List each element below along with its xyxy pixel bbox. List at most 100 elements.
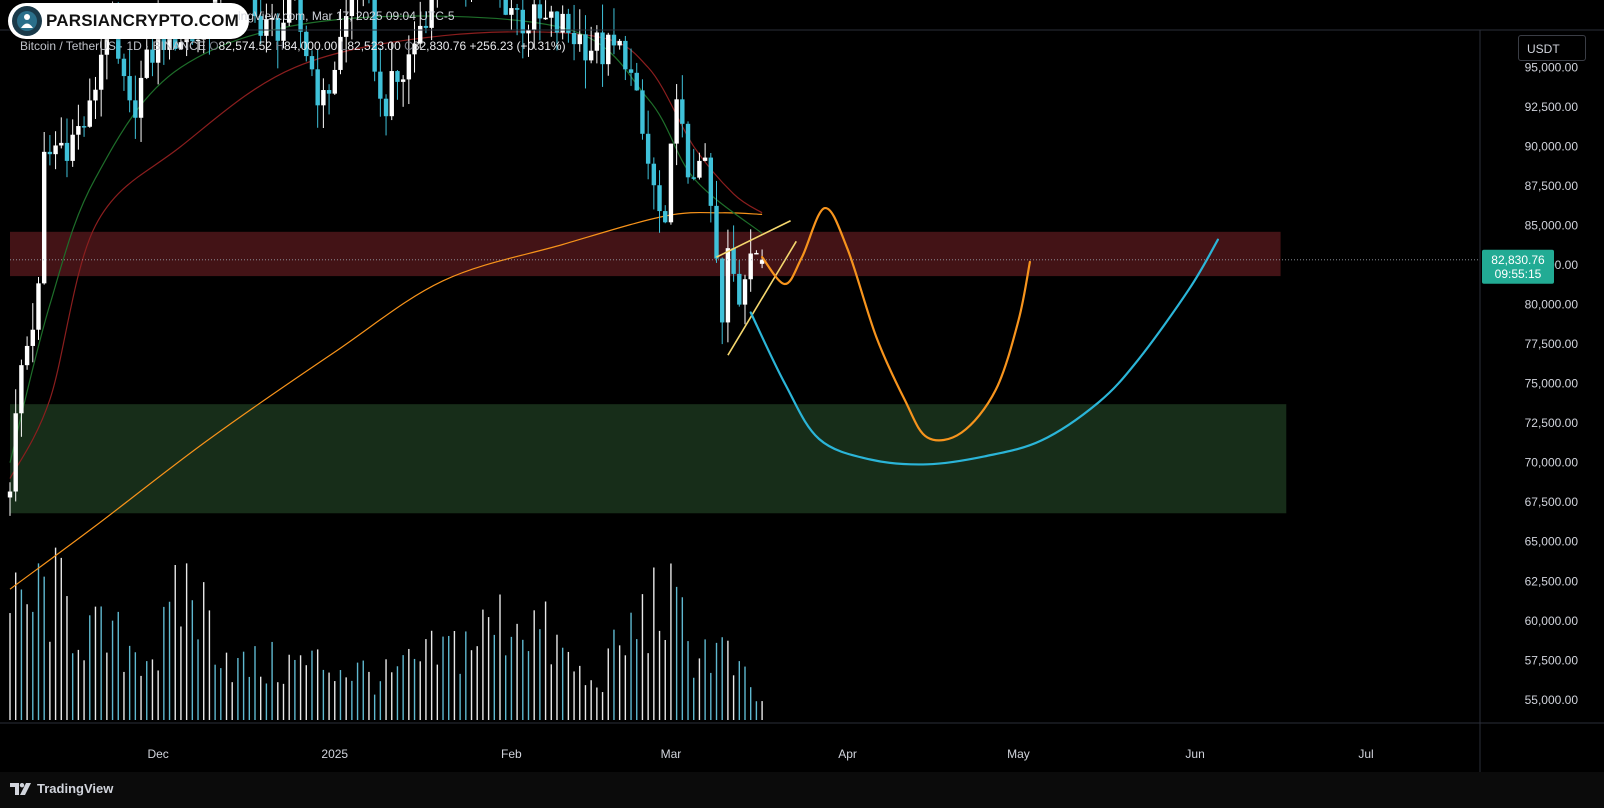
candle-body <box>383 98 389 117</box>
price-tick-label: 72,500.00 <box>1525 416 1579 430</box>
price-tick-label: 90,000.00 <box>1525 139 1579 153</box>
candle-body <box>571 32 577 45</box>
change-value: +256.23 (+0.31%) <box>469 39 566 53</box>
candle-body <box>583 34 588 61</box>
candle-body <box>651 163 657 186</box>
tradingview-brand[interactable]: TradingView <box>10 781 113 796</box>
price-tick-label: 70,000.00 <box>1525 456 1579 470</box>
candle-body <box>36 283 41 330</box>
candle-body <box>702 157 708 161</box>
published-line: ingView.com, Mar 17, 2025 09:04 UTC-5 <box>238 9 455 23</box>
chart-header: PARSIANCRYPTO.COM ingView.com, Mar 17, 2… <box>0 0 1484 39</box>
high-value: 84,000.00 <box>283 39 338 53</box>
candle-body <box>76 126 81 135</box>
candle-body <box>98 54 104 90</box>
candle-body <box>144 49 149 78</box>
time-tick-label: 2025 <box>321 747 348 761</box>
candle-body <box>731 248 736 274</box>
candle-body <box>70 134 75 161</box>
price-tick-label: 67,500.00 <box>1525 495 1579 509</box>
candle-body <box>81 126 87 128</box>
candle-body <box>657 185 662 212</box>
candle-body <box>600 32 605 65</box>
price-tick-label: 75,000.00 <box>1525 377 1579 391</box>
candle-body <box>406 54 412 80</box>
last-price-value: 82,830.76 <box>1491 253 1545 267</box>
candle-body <box>725 248 731 323</box>
candle-body <box>321 90 326 106</box>
ohlc-legend: Bitcoin / TetherUS · 1D · BINANCE O82,57… <box>20 39 566 53</box>
candle-body <box>400 79 406 82</box>
price-tick-label: 95,000.00 <box>1525 60 1579 74</box>
candle-body <box>577 34 582 45</box>
candle-body <box>594 32 600 51</box>
candle-body <box>691 177 696 179</box>
candle-body <box>668 143 674 223</box>
price-tick-label: 80,000.00 <box>1525 298 1579 312</box>
candle-body <box>59 142 64 146</box>
price-chart[interactable]: 55,000.00 57,500.00 60,000.00 62,500.00 65,0… <box>0 0 1604 808</box>
candle-body <box>674 99 679 144</box>
time-tick-label: Apr <box>838 747 857 761</box>
time-tick-label: Dec <box>147 747 168 761</box>
candle-body <box>623 40 628 70</box>
open-value: 82,574.52 <box>218 39 272 53</box>
candle-body <box>138 77 144 118</box>
candle-body <box>697 160 702 178</box>
candle-body <box>628 69 634 73</box>
time-tick-label: Jul <box>1358 747 1373 761</box>
candle-body <box>121 58 127 77</box>
close-value: 82,830.76 <box>412 39 467 53</box>
candle-body <box>754 252 759 255</box>
candle-body <box>714 205 719 259</box>
brand-watermark: PARSIANCRYPTO.COM <box>8 3 249 39</box>
candle-body <box>133 100 138 118</box>
candle-body <box>588 50 594 61</box>
candle-body <box>315 69 320 106</box>
resistance-zone <box>10 231 1281 277</box>
symbol-label[interactable]: Bitcoin / TetherUS · 1D · BINANCE <box>20 39 206 53</box>
price-tick-label: 55,000.00 <box>1525 693 1579 707</box>
time-tick-label: Feb <box>501 747 522 761</box>
candle-body <box>737 273 742 305</box>
candle-body <box>663 211 668 223</box>
candle-body <box>378 71 383 99</box>
candle-body <box>720 258 725 323</box>
candle-body <box>93 89 98 101</box>
candle-body <box>7 491 13 498</box>
price-tick-label: 85,000.00 <box>1525 218 1579 232</box>
candle-body <box>41 151 47 284</box>
time-tick-label: May <box>1007 747 1030 761</box>
candle-body <box>708 157 714 206</box>
candle-body <box>13 413 18 492</box>
candle-body <box>19 365 24 414</box>
close-key: C <box>404 39 413 53</box>
bar-countdown: 09:55:15 <box>1495 267 1542 281</box>
candle-body <box>606 34 611 65</box>
price-tick-label: 87,500.00 <box>1525 179 1579 193</box>
price-tick-label: 92,500.00 <box>1525 100 1579 114</box>
candle-body <box>53 145 58 155</box>
tradingview-label: TradingView <box>37 781 114 796</box>
price-tick-label: 60,000.00 <box>1525 614 1579 628</box>
candle-body <box>395 71 400 82</box>
tradingview-logo-icon <box>10 782 31 795</box>
high-key: H <box>275 39 284 53</box>
candle-body <box>332 69 337 94</box>
brand-logo-icon <box>12 6 42 36</box>
candle-body <box>389 71 394 117</box>
candle-body <box>47 151 53 155</box>
candle-body <box>611 34 617 46</box>
candle-body <box>309 56 315 70</box>
price-tick-label: 62,500.00 <box>1525 574 1579 588</box>
time-tick-label: Jun <box>1185 747 1204 761</box>
candle-body <box>64 142 70 161</box>
brand-name: PARSIANCRYPTO.COM <box>46 11 239 30</box>
candle-body <box>680 99 685 124</box>
candle-body <box>127 76 132 101</box>
candle-body <box>87 100 92 127</box>
candle-body <box>645 133 651 164</box>
candle-body <box>634 72 639 91</box>
candle-body <box>617 40 622 46</box>
currency-button[interactable]: USDT <box>1518 35 1586 61</box>
